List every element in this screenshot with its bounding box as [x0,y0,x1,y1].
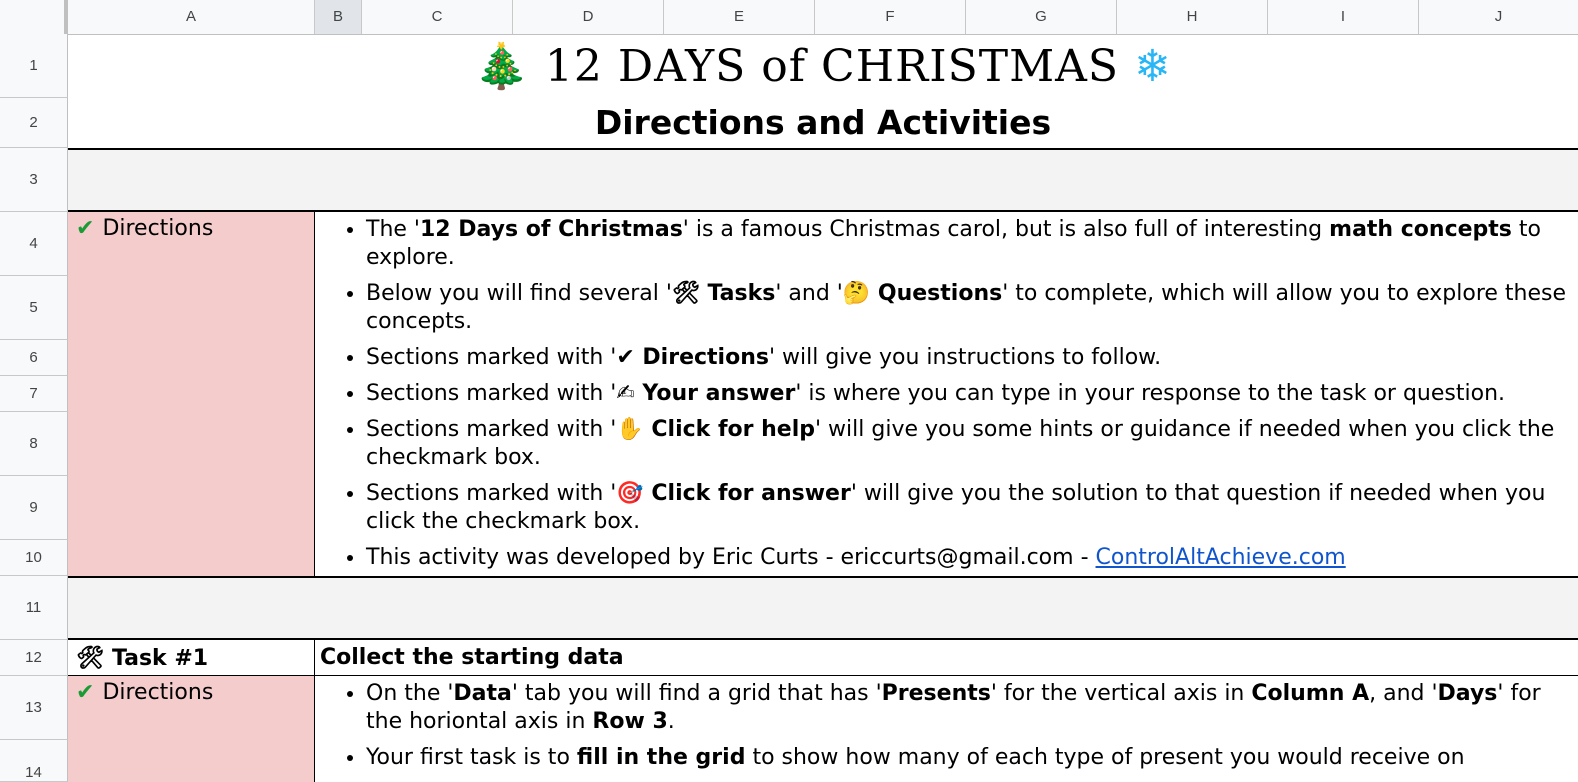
directions-item: This activity was developed by Eric Curt… [366,544,1568,572]
directions-item: Sections marked with '✍ Your answer' is … [366,380,1568,408]
sheet-title: 🎄 12 DAYS of CHRISTMAS ❄ [68,36,1578,98]
title-text: 12 DAYS of CHRISTMAS [544,41,1120,92]
directions-item: Sections marked with '✋ Click for help' … [366,416,1568,472]
task1-title[interactable]: Collect the starting data [320,640,624,676]
task1-item: Your first task is to fill in the grid t… [366,744,1568,772]
tools-icon: 🛠 [76,645,104,671]
task1-directions-label: Directions [102,680,214,705]
row-header-11[interactable]: 11 [0,576,68,640]
christmas-tree-icon: 🎄 [474,41,530,92]
row-header-3[interactable]: 3 [0,148,68,212]
row-header-1[interactable]: 1 [0,34,68,98]
column-header-a[interactable]: A [68,0,315,34]
directions-item: Below you will find several '🛠 Tasks' an… [366,280,1568,336]
column-header-d[interactable]: D [513,0,664,34]
snowflake-icon: ❄ [1134,41,1172,92]
select-all-corner[interactable] [0,0,68,34]
task1-item: On the 'Data' tab you will find a grid t… [366,680,1568,736]
row-header-13[interactable]: 13 [0,676,68,740]
task1-directions-label-cell[interactable]: ✔ Directions [68,676,315,782]
task1-header-row: 🛠 Task #1 Collect the starting data [68,640,1578,676]
spacer-row-11 [68,576,1578,640]
row-header-9[interactable]: 9 [0,476,68,540]
directions-item: The '12 Days of Christmas' is a famous C… [366,216,1568,272]
directions-item: Sections marked with '✔ Directions' will… [366,344,1568,372]
column-header-bar: A B C D E F G H I J [0,0,1578,35]
row-header-4[interactable]: 4 [0,212,68,276]
row-header-7[interactable]: 7 [0,376,68,412]
checkmark-icon: ✔ [76,216,95,241]
row-header-5[interactable]: 5 [0,276,68,340]
task1-directions-content-cell[interactable]: On the 'Data' tab you will find a grid t… [316,676,1578,782]
controlaltachieve-link[interactable]: ControlAltAchieve.com [1096,545,1346,570]
column-header-b[interactable]: B [315,0,362,34]
directions-content-cell[interactable]: The '12 Days of Christmas' is a famous C… [316,212,1578,576]
directions-label: Directions [102,216,214,241]
column-header-g[interactable]: G [966,0,1117,34]
sheet-grid[interactable]: 🎄 12 DAYS of CHRISTMAS ❄ Directions and … [68,34,1578,782]
column-header-e[interactable]: E [664,0,815,34]
row-header-8[interactable]: 8 [0,412,68,476]
row-header-12[interactable]: 12 [0,640,68,676]
sheet-subtitle: Directions and Activities [594,103,1052,142]
directions-item: Sections marked with '🎯 Click for answer… [366,480,1568,536]
column-header-i[interactable]: I [1268,0,1419,34]
checkmark-icon: ✔ [76,680,95,705]
column-header-j[interactable]: J [1419,0,1578,34]
task1-label-cell[interactable]: 🛠 Task #1 [68,640,315,676]
column-header-h[interactable]: H [1117,0,1268,34]
row-header-6[interactable]: 6 [0,340,68,376]
task1-label: Task #1 [111,645,209,671]
directions-label-cell[interactable]: ✔ Directions [68,212,315,576]
spacer-row-3 [68,148,1578,212]
column-header-f[interactable]: F [815,0,966,34]
column-header-c[interactable]: C [362,0,513,34]
row-header-14[interactable]: 14 [0,740,68,782]
row-header-2[interactable]: 2 [0,98,68,148]
row-header-10[interactable]: 10 [0,540,68,576]
